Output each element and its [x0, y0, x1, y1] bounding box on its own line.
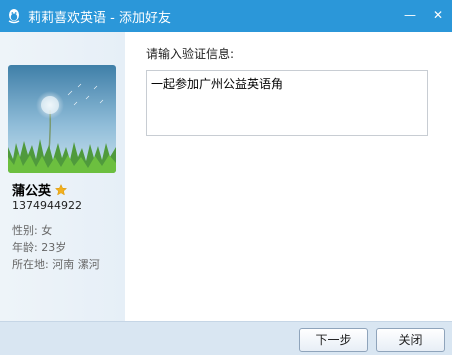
close-button[interactable]: 关闭 — [376, 328, 445, 352]
minimize-button[interactable]: — — [400, 6, 420, 24]
qq-penguin-icon — [6, 8, 22, 24]
dandelion-avatar-image — [8, 65, 116, 173]
window-title: 莉莉喜欢英语 - 添加好友 — [28, 10, 171, 26]
star-icon — [54, 183, 68, 196]
qq-number: 1374944922 — [12, 199, 82, 212]
profile-sidebar: 蒲公英 1374944922 性别: 女 年龄: 23岁 所在地: 河南 漯河 — [0, 32, 125, 321]
age-info: 年龄: 23岁 — [12, 241, 67, 254]
title-bar: 莉莉喜欢英语 - 添加好友 — ✕ — [0, 0, 452, 32]
window-close-button[interactable]: ✕ — [428, 6, 448, 24]
verification-message-input[interactable]: 一起参加广州公益英语角 — [146, 70, 428, 136]
verification-prompt: 请输入验证信息: — [146, 47, 235, 61]
next-step-button[interactable]: 下一步 — [299, 328, 368, 352]
location-info: 所在地: 河南 漯河 — [12, 258, 100, 271]
footer-bar: 下一步 关闭 — [0, 321, 452, 355]
contact-nickname: 蒲公英 — [12, 184, 52, 199]
avatar[interactable] — [8, 65, 116, 173]
gender-info: 性别: 女 — [12, 224, 53, 237]
nickname-row: 蒲公英 — [12, 180, 68, 199]
